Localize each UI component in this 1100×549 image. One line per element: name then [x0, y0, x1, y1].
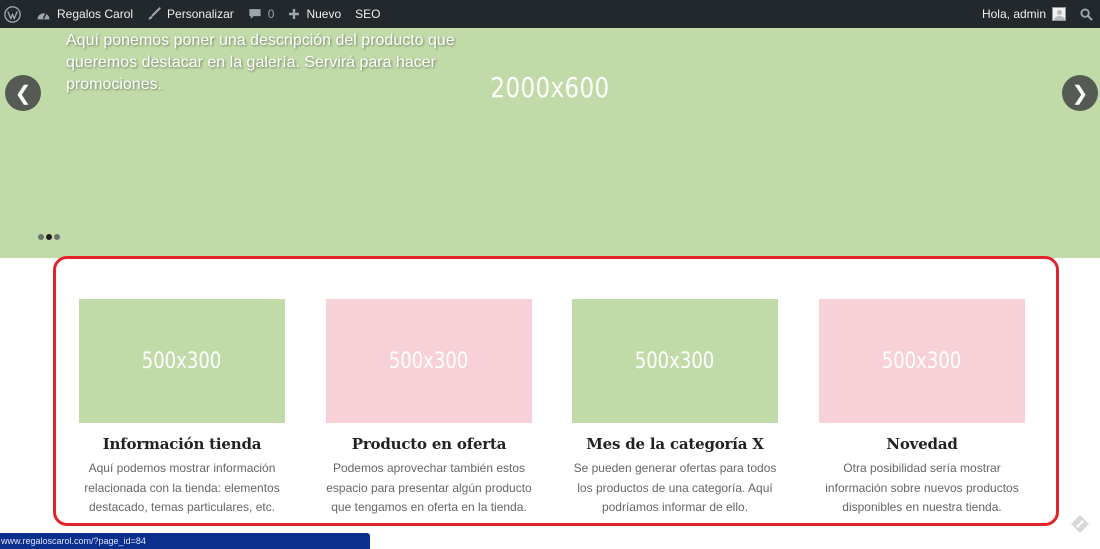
avatar: [1052, 7, 1066, 21]
feature-title[interactable]: Mes de la categoría X: [572, 434, 778, 454]
admin-bar-left: Regalos Carol Personalizar 0 Nuevo SEO: [0, 0, 387, 28]
admin-bar: Regalos Carol Personalizar 0 Nuevo SEO H…: [0, 0, 1100, 28]
feature-description: Aquí podemos mostrar información relacio…: [84, 461, 280, 514]
admin-bar-right: Hola, admin: [975, 0, 1100, 28]
new-label: Nuevo: [306, 7, 342, 21]
my-account-menu[interactable]: Hola, admin: [975, 0, 1073, 28]
site-name-menu[interactable]: Regalos Carol: [29, 0, 140, 28]
wordpress-menu[interactable]: [0, 0, 29, 28]
feature-image[interactable]: 500x300: [572, 299, 778, 423]
slider-next-button[interactable]: ❯: [1062, 75, 1098, 111]
feature-image-placeholder: 500x300: [882, 348, 962, 374]
chevron-left-icon: ❮: [14, 82, 32, 105]
slider-dot[interactable]: [46, 234, 52, 240]
feature-card: 500x300 Novedad Otra posibilidad sería mos…: [819, 299, 1025, 518]
feature-image[interactable]: 500x300: [326, 299, 532, 423]
customize-link[interactable]: Personalizar: [140, 0, 241, 28]
search-button[interactable]: [1073, 0, 1100, 28]
slider-dot[interactable]: [38, 234, 44, 240]
search-icon: [1080, 7, 1093, 21]
site-name-label: Regalos Carol: [57, 7, 134, 21]
seo-menu[interactable]: SEO: [348, 0, 387, 28]
status-url: www.regaloscarol.com/?page_id=84: [1, 536, 146, 546]
feature-description: Otra posibilidad sería mostrar informaci…: [825, 461, 1019, 514]
feature-title[interactable]: Producto en oferta: [326, 434, 532, 454]
chevron-right-icon: ❯: [1071, 82, 1089, 105]
feature-description: Podemos aprovechar también estos espacio…: [326, 461, 532, 514]
feature-image-placeholder: 500x300: [142, 348, 222, 374]
feature-title[interactable]: Información tienda: [79, 434, 285, 454]
wordpress-icon: [4, 5, 21, 23]
feature-image-placeholder: 500x300: [635, 348, 715, 374]
feature-image-placeholder: 500x300: [389, 348, 469, 374]
pencil-tag-icon[interactable]: [1070, 514, 1090, 534]
feature-title[interactable]: Novedad: [819, 434, 1025, 454]
hero-slider: Aquí ponemos poner una descripción del p…: [0, 28, 1100, 258]
comments-count: 0: [267, 7, 275, 21]
feature-description: Se pueden generar ofertas para todos los…: [573, 461, 777, 514]
greeting-label: Hola, admin: [981, 7, 1046, 21]
comment-icon: [249, 9, 261, 19]
feature-card: 500x300 Mes de la categoría X Se pueden ge…: [572, 299, 778, 518]
slider-dot[interactable]: [54, 234, 60, 240]
features-section: 500x300 Información tienda Aquí podemos mo…: [53, 256, 1059, 526]
status-bar: www.regaloscarol.com/?page_id=84: [0, 533, 370, 549]
dashboard-icon: [37, 11, 50, 19]
feature-image[interactable]: 500x300: [79, 299, 285, 423]
comments-link[interactable]: 0: [241, 0, 282, 28]
plus-icon: [289, 9, 300, 19]
feature-card: 500x300 Información tienda Aquí podemos mo…: [79, 299, 285, 518]
slide-placeholder-label: 2000x600: [490, 71, 610, 104]
customize-label: Personalizar: [167, 7, 234, 21]
slider-pagination: [38, 234, 62, 240]
slider-prev-button[interactable]: ❮: [5, 75, 41, 111]
new-content-menu[interactable]: Nuevo: [281, 0, 348, 28]
feature-card: 500x300 Producto en oferta Podemos aprovec…: [326, 299, 532, 518]
feature-image[interactable]: 500x300: [819, 299, 1025, 423]
brush-icon: [148, 7, 161, 20]
seo-label: SEO: [355, 7, 381, 21]
